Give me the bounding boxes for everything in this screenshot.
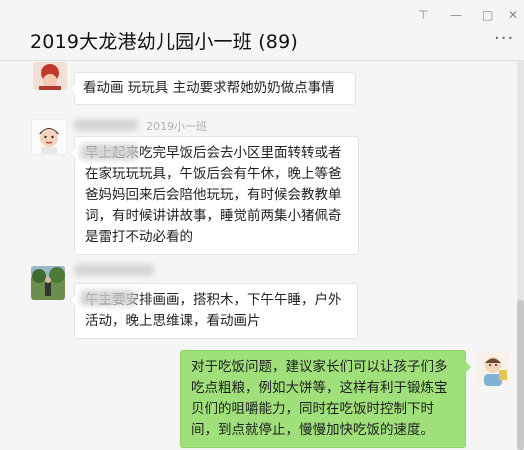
blurred-name (80, 290, 136, 306)
message-text: 早上起来吃完早饭后会去小区里面转转或者在家玩玩玩具，午饭后会有午休，晚上等爸爸妈… (85, 145, 342, 245)
blurred-name (80, 144, 138, 160)
sender-nickname: 2019小一班 (146, 120, 207, 133)
message-text: 看动画 玩玩具 主动要求帮她奶奶做点事情 (83, 80, 335, 96)
message-bubble[interactable]: 看动画 玩玩具 主动要求帮她奶奶做点事情 (69, 72, 356, 105)
blurred-nickname (74, 119, 138, 131)
avatar[interactable] (31, 266, 65, 300)
blurred-nickname (74, 264, 154, 276)
outdoor-photo-avatar-icon (31, 266, 65, 300)
title-bar: 2019大龙港幼儿园小一班 (89) ⊤ — □ ✕ ··· (0, 0, 524, 60)
cartoon-teacher-avatar-icon (476, 352, 510, 386)
minimize-button[interactable]: — (450, 6, 462, 24)
message-text: 对于吃饭问题，建议家长们可以让孩子们多吃点粗粮，例如大饼等，这样有利于锻炼宝贝们… (191, 359, 448, 438)
title-divider (0, 60, 524, 61)
pin-icon[interactable]: ⊤ (418, 6, 428, 24)
more-options-icon[interactable]: ··· (494, 30, 514, 48)
my-avatar[interactable] (476, 352, 510, 386)
close-button[interactable]: ✕ (508, 6, 518, 24)
scrollbar-thumb[interactable] (517, 300, 524, 450)
red-haired-child-avatar-icon (33, 62, 67, 90)
chat-title: 2019大龙港幼儿园小一班 (89) (30, 31, 298, 53)
avatar[interactable] (33, 62, 67, 90)
my-message-bubble[interactable]: 对于吃饭问题，建议家长们可以让孩子们多吃点粗粮，例如大饼等，这样有利于锻炼宝贝们… (180, 350, 471, 448)
avatar[interactable] (31, 119, 67, 155)
child-face-avatar-icon (32, 120, 66, 154)
maximize-button[interactable]: □ (482, 6, 493, 24)
